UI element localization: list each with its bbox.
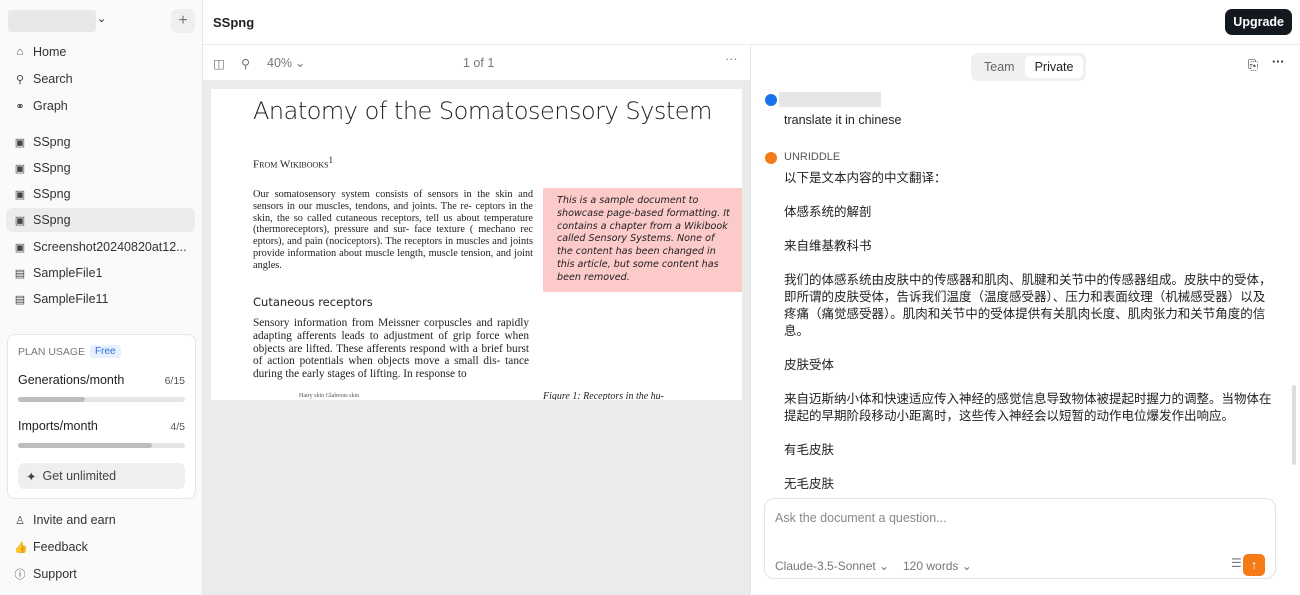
source-text: From Wikibooks: [253, 158, 329, 171]
document-viewer: ◫ ⚲ 40% ⌄ 1 of 1 ··· Anatomy of the Soma…: [203, 45, 751, 595]
length-label: 120 words: [903, 559, 959, 573]
scrollbar[interactable]: [1292, 385, 1296, 465]
export-icon[interactable]: ⎘: [1248, 58, 1258, 73]
file-label: SampleFile1: [33, 266, 103, 280]
file-item-active[interactable]: ▣ SSpng: [6, 208, 195, 232]
image-file-icon: ▣: [14, 214, 26, 227]
home-icon: ⌂: [16, 46, 24, 58]
image-file-icon: ▣: [14, 136, 26, 149]
assistant-avatar: [765, 152, 777, 164]
doc-paragraph: Our somatosensory system consists of sen…: [253, 189, 533, 271]
graph-icon: ⚭: [15, 100, 25, 113]
doc-paragraph: Sensory information from Meissner corpus…: [253, 317, 529, 381]
page-title: SSpng: [213, 15, 255, 30]
question-placeholder: Ask the document a question...: [775, 511, 947, 525]
doc-file-icon: ▤: [14, 267, 26, 280]
chevron-down-icon[interactable]: ⌄: [97, 12, 106, 25]
question-input[interactable]: Ask the document a question... Claude-3.…: [764, 498, 1276, 579]
new-button[interactable]: +: [171, 9, 195, 33]
file-item[interactable]: ▣ SSpng: [6, 182, 195, 206]
plan-usage-card: PLAN USAGE Free Generations/month 6/15 I…: [7, 334, 196, 499]
generations-value: 6/15: [164, 375, 185, 387]
search-icon: ⚲: [15, 73, 25, 86]
nav-graph[interactable]: ⚭ Graph: [6, 94, 195, 118]
send-button[interactable]: ↑: [1243, 554, 1265, 576]
file-label: SSpng: [33, 135, 71, 149]
file-item[interactable]: ▣ SSpng: [6, 130, 195, 154]
doc-source: From Wikibooks1: [253, 155, 333, 171]
nav-label: Search: [33, 72, 73, 86]
user-avatar: [765, 94, 777, 106]
file-label: Screenshot20240820at12...: [33, 240, 187, 254]
assistant-name: UNRIDDLE: [784, 151, 841, 163]
more-icon[interactable]: ···: [1272, 55, 1285, 69]
more-icon[interactable]: ···: [725, 52, 738, 66]
imports-value: 4/5: [170, 421, 185, 433]
get-unlimited-label: Get unlimited: [42, 469, 117, 483]
upgrade-button[interactable]: Upgrade: [1225, 9, 1292, 35]
sidebar: ⌄ + ⌂ Home ⚲ Search ⚭ Graph ▣ SSpng ▣ SSpng ▣…: [0, 0, 203, 595]
assistant-message: 以下是文本内容的中文翻译： 体感系统的解剖 来自维基教科书 我们的体感系统由皮肤…: [784, 171, 1272, 491]
image-file-icon: ▣: [14, 188, 26, 201]
plan-title: PLAN USAGE: [18, 346, 86, 358]
doc-toolbar: ◫ ⚲ 40% ⌄ 1 of 1 ···: [203, 45, 750, 80]
file-label: SSpng: [33, 213, 71, 227]
support-link[interactable]: ⓘ Support: [6, 562, 195, 586]
figure-caption: Figure 1: Receptors in the hu-: [543, 391, 664, 400]
sidebar-toggle-icon[interactable]: ◫: [213, 56, 225, 71]
file-label: SSpng: [33, 161, 71, 175]
model-label: Claude-3.5-Sonnet: [775, 559, 876, 573]
figure-labels: Hairy skin Glabrous skin: [299, 393, 360, 399]
plan-badge: Free: [90, 345, 121, 358]
tab-private[interactable]: Private: [1024, 56, 1084, 78]
help-icon: ⓘ: [14, 569, 26, 581]
tab-team[interactable]: Team: [974, 56, 1025, 78]
file-label: SSpng: [33, 187, 71, 201]
workspace-selector[interactable]: [8, 10, 96, 32]
model-select[interactable]: Claude-3.5-Sonnet ⌄: [775, 559, 889, 573]
invite-link[interactable]: ♙ Invite and earn: [6, 508, 195, 532]
nav-label: Home: [33, 45, 67, 59]
zoom-select[interactable]: 40%: [267, 56, 292, 70]
page-indicator: 1 of 1: [463, 56, 495, 70]
header: SSpng Upgrade: [203, 0, 1300, 45]
search-icon[interactable]: ⚲: [241, 56, 250, 71]
nav-label: Graph: [33, 99, 68, 113]
file-item[interactable]: ▣ Screenshot20240820at12...: [6, 235, 195, 259]
nav-home[interactable]: ⌂ Home: [6, 40, 195, 64]
generations-label: Generations/month: [18, 373, 125, 387]
doc-file-icon: ▤: [14, 293, 26, 306]
imports-bar: [18, 443, 185, 448]
footnote-marker: 1: [328, 155, 334, 165]
document-page: Anatomy of the Somatosensory System From…: [211, 89, 742, 400]
doc-note: This is a sample document to showcase pa…: [543, 188, 742, 292]
feedback-link[interactable]: 👍 Feedback: [6, 535, 195, 559]
length-select[interactable]: 120 words ⌄: [903, 559, 972, 573]
doc-title: Anatomy of the Somatosensory System: [253, 97, 712, 125]
image-file-icon: ▣: [14, 241, 26, 254]
file-item[interactable]: ▤ SampleFile1: [6, 261, 195, 285]
user-message: translate it in chinese: [784, 113, 902, 127]
nav-label: Support: [33, 567, 77, 581]
user-name-redacted: [779, 92, 881, 107]
file-label: SampleFile11: [33, 292, 109, 306]
sparkle-icon: ✦: [26, 469, 37, 484]
imports-label: Imports/month: [18, 419, 98, 433]
nav-label: Invite and earn: [33, 513, 116, 527]
doc-heading: Cutaneous receptors: [253, 295, 373, 309]
file-item[interactable]: ▤ SampleFile11: [6, 287, 195, 311]
nav-label: Feedback: [33, 540, 88, 554]
nav-search[interactable]: ⚲ Search: [6, 67, 195, 91]
generations-bar: [18, 397, 185, 402]
award-icon: ♙: [15, 514, 25, 527]
layout-icon[interactable]: ☰: [1231, 556, 1242, 570]
thumbs-up-icon: 👍: [14, 541, 28, 554]
chat-panel: Team Private ⎘ ··· translate it in chine…: [752, 45, 1300, 595]
image-file-icon: ▣: [14, 162, 26, 175]
file-item[interactable]: ▣ SSpng: [6, 156, 195, 180]
visibility-tabs: Team Private: [971, 53, 1087, 81]
get-unlimited-button[interactable]: ✦ Get unlimited: [18, 463, 185, 489]
chevron-down-icon[interactable]: ⌄: [295, 55, 305, 70]
